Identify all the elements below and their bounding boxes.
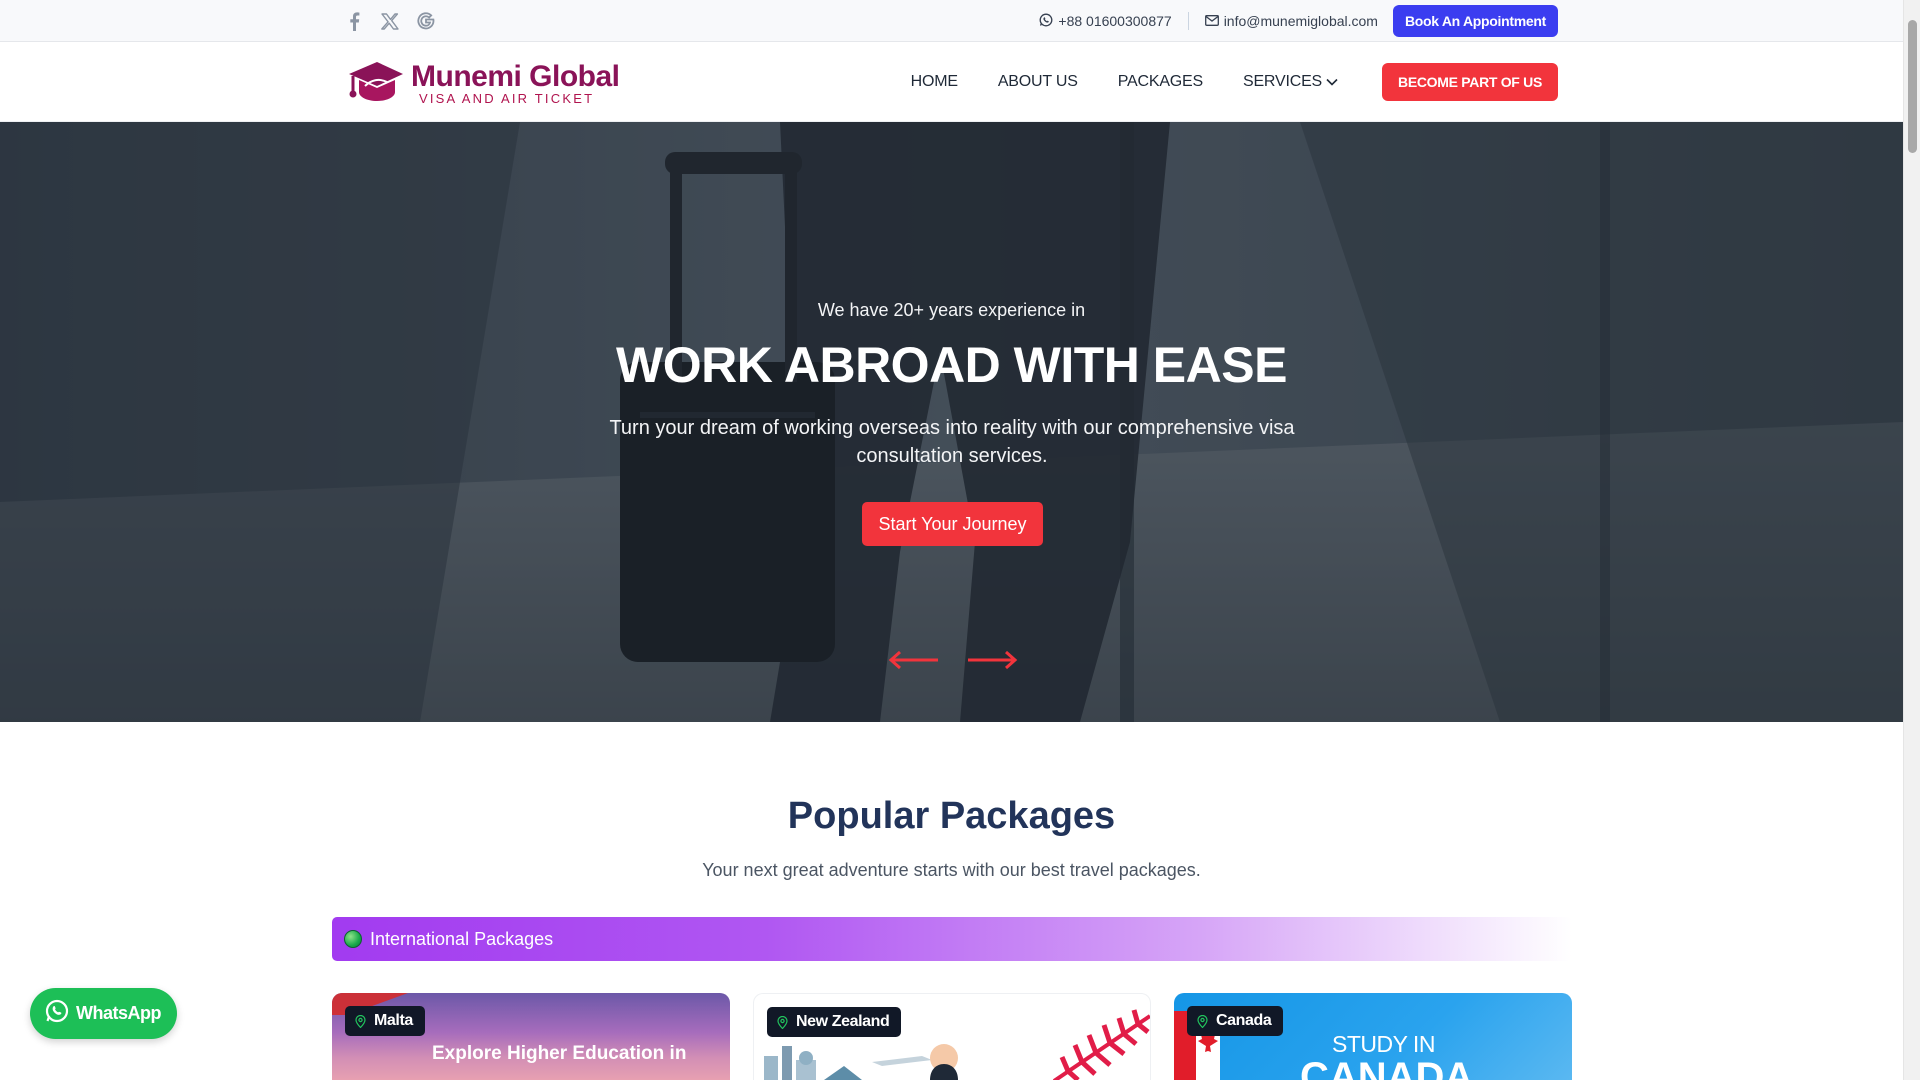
map-pin-icon (1197, 1014, 1208, 1028)
card-big-text: MALTA (380, 1069, 678, 1080)
hero-slider: We have 20+ years experience in WORK ABR… (0, 122, 1903, 722)
card-caption: STUDY IN (1332, 1031, 1435, 1057)
package-cards: Explore Higher Education in MALTA Malta (332, 993, 1572, 1080)
envelope-icon (1204, 13, 1219, 29)
social-links (345, 9, 435, 33)
become-part-of-us-button[interactable]: BECOME PART OF US (1382, 63, 1558, 101)
whatsapp-label: WhatsApp (76, 1003, 162, 1023)
location-tag: New Zealand (767, 1007, 902, 1037)
city-skyline-illustration (764, 1044, 958, 1080)
nav-services[interactable]: SERVICES (1243, 73, 1338, 91)
email-address: info@munemiglobal.com (1223, 13, 1378, 29)
nav-packages[interactable]: PACKAGES (1118, 73, 1203, 91)
location-name: New Zealand (796, 1013, 890, 1030)
whatsapp-button[interactable]: WhatsApp (30, 988, 177, 1039)
category-label: International Packages (370, 928, 554, 949)
package-card-new-zealand[interactable]: New Zealand (753, 993, 1151, 1080)
main-nav: HOME ABOUT US PACKAGES SERVICES BECOME P… (911, 63, 1558, 101)
globe-icon (344, 930, 362, 948)
phone-contact[interactable]: +88 01600300877 (1039, 13, 1172, 30)
location-name: Malta (374, 1012, 413, 1029)
hero-headline: WORK ABROAD WITH EASE (616, 337, 1287, 393)
slider-controls (888, 650, 1018, 670)
scrollbar-thumb[interactable] (1908, 20, 1917, 153)
chevron-down-icon (1326, 73, 1338, 91)
whatsapp-small-icon (1039, 13, 1053, 30)
map-pin-icon (777, 1015, 788, 1029)
nav-services-label: SERVICES (1242, 73, 1323, 90)
nav-home[interactable]: HOME (911, 73, 958, 91)
location-name: Canada (1216, 1012, 1272, 1029)
hero-kicker: We have 20+ years experience in (817, 300, 1086, 320)
hero-description: Turn your dream of working overseas into… (609, 417, 1295, 467)
divider (1187, 12, 1189, 30)
card-big-text: CANADA (1300, 1055, 1474, 1080)
contact-info: +88 01600300877 info@munemiglobal.com Bo… (1039, 5, 1558, 37)
x-twitter-icon[interactable] (381, 9, 399, 33)
email-contact[interactable]: info@munemiglobal.com (1204, 13, 1378, 29)
section-title: Popular Packages (787, 795, 1116, 837)
google-icon[interactable] (417, 9, 435, 33)
arrow-right-icon[interactable] (966, 650, 1018, 670)
start-journey-button[interactable]: Start Your Journey (862, 502, 1043, 546)
facebook-icon[interactable] (345, 9, 363, 33)
whatsapp-icon (44, 998, 70, 1029)
brand-tagline: VISA AND AIR TICKET (419, 90, 595, 106)
category-bar: International Packages (332, 917, 1572, 961)
phone-number: +88 01600300877 (1058, 13, 1172, 29)
silver-fern-illustration (1052, 1009, 1150, 1080)
section-subtitle: Your next great adventure starts with ou… (702, 860, 1201, 880)
site-logo[interactable]: Munemi Global VISA AND AIR TICKET (345, 56, 620, 111)
arrow-left-icon[interactable] (888, 650, 940, 670)
map-pin-icon (355, 1014, 366, 1028)
book-appointment-button[interactable]: Book An Appointment (1392, 5, 1558, 37)
package-card-canada[interactable]: STUDY IN CANADA Canada (1174, 993, 1572, 1080)
location-tag: Malta (345, 1006, 425, 1036)
graduation-cap-icon (345, 56, 405, 111)
main-header: Munemi Global VISA AND AIR TICKET HOME A… (0, 42, 1903, 122)
brand-name: Munemi Global (411, 59, 620, 93)
page-scrollbar[interactable] (1903, 0, 1920, 1080)
nav-about-us[interactable]: ABOUT US (998, 73, 1078, 91)
location-tag: Canada (1187, 1006, 1284, 1036)
package-card-malta[interactable]: Explore Higher Education in MALTA Malta (332, 993, 730, 1080)
top-bar: +88 01600300877 info@munemiglobal.com Bo… (0, 0, 1903, 42)
card-caption: Explore Higher Education in (432, 1043, 687, 1064)
